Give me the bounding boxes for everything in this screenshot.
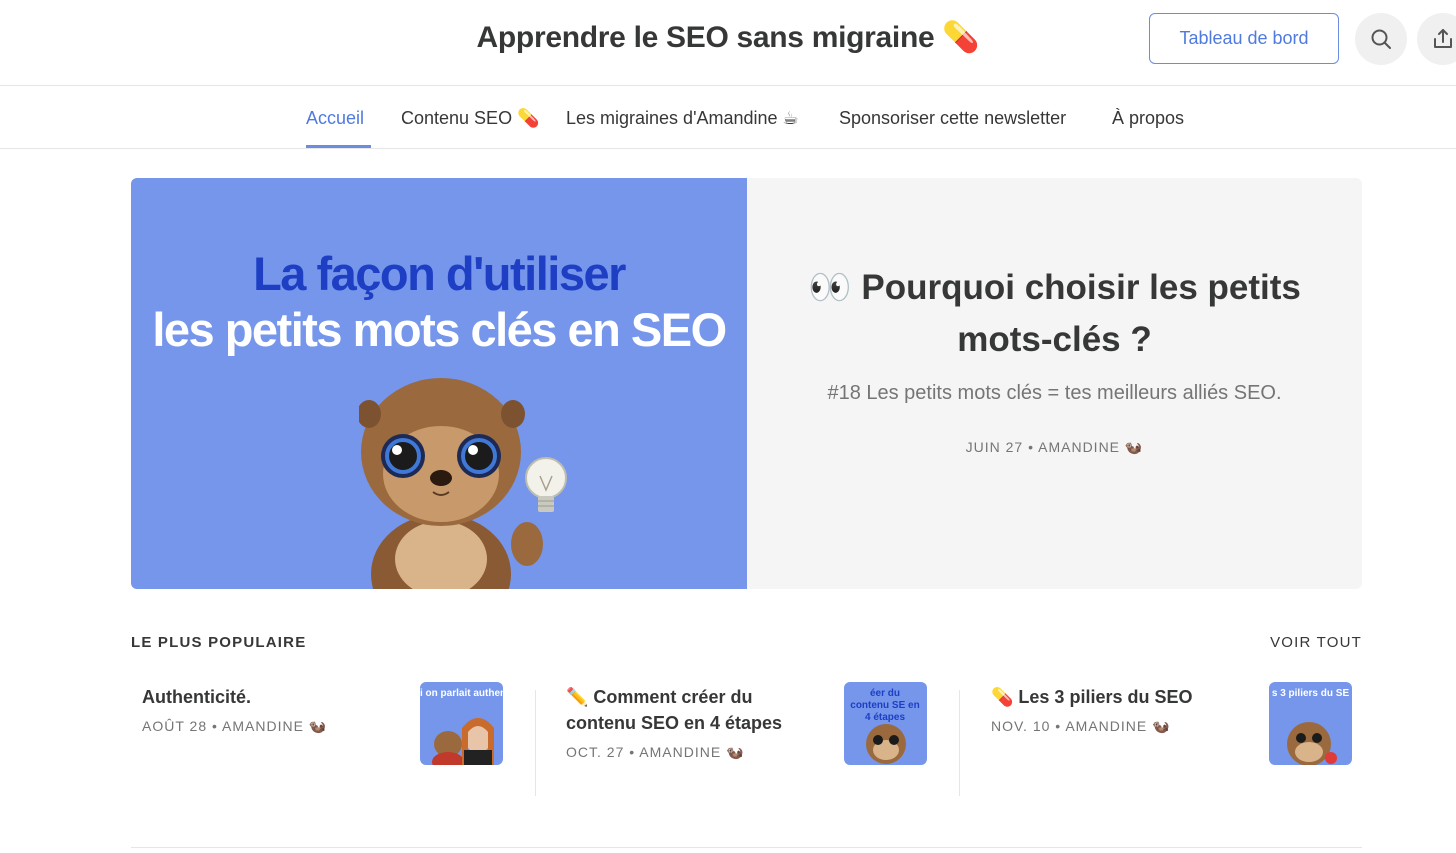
post-thumbnail[interactable]: éer du contenu SE en 4 étapes: [844, 682, 927, 765]
nav-item-contenu-seo[interactable]: Contenu SEO 💊: [401, 87, 539, 149]
share-icon: [1434, 29, 1452, 48]
search-icon: [1371, 29, 1391, 49]
post-meta: AOÛT 28 • AMANDINE 🦦: [142, 718, 328, 734]
nav-item-a-propos[interactable]: À propos: [1112, 87, 1184, 149]
thumbnail-caption: i on parlait authentic: [420, 688, 503, 699]
search-button[interactable]: [1355, 13, 1407, 65]
card-divider: [535, 690, 536, 796]
main-nav: Accueil Contenu SEO 💊 Les migraines d'Am…: [0, 87, 1456, 149]
see-all-link[interactable]: VOIR TOUT: [1270, 634, 1362, 651]
post-thumbnail[interactable]: i on parlait authentic: [420, 682, 503, 765]
featured-post-image: La façon d'utiliser les petits mots clés…: [131, 178, 747, 589]
thumbnail-caption: s 3 piliers du SE: [1271, 688, 1350, 699]
hero-image-line1: La façon d'utiliser: [253, 247, 626, 300]
popular-post-card[interactable]: ✏️ Comment créer du contenu SEO en 4 éta…: [566, 680, 928, 800]
site-header: Apprendre le SEO sans migraine 💊 Tableau…: [0, 0, 1456, 86]
nav-item-sponsoriser[interactable]: Sponsoriser cette newsletter: [839, 87, 1066, 149]
post-title[interactable]: 💊 Les 3 piliers du SEO: [991, 684, 1241, 710]
active-tab-indicator: [306, 145, 371, 148]
post-title[interactable]: Authenticité.: [142, 684, 392, 710]
otter-mascot: [432, 718, 494, 765]
post-thumbnail[interactable]: s 3 piliers du SE: [1269, 682, 1352, 765]
popular-post-card[interactable]: Authenticité. AOÛT 28 • AMANDINE 🦦 i on …: [142, 680, 504, 800]
section-divider: [131, 847, 1362, 848]
card-divider: [959, 690, 960, 796]
nav-item-migraines[interactable]: Les migraines d'Amandine ☕: [566, 87, 799, 149]
post-title[interactable]: ✏️ Comment créer du contenu SEO en 4 éta…: [566, 684, 816, 736]
post-meta: NOV. 10 • AMANDINE 🦦: [991, 718, 1171, 734]
featured-post-text: 👀 Pourquoi choisir les petits mots-clés …: [747, 178, 1362, 589]
featured-post[interactable]: La façon d'utiliser les petits mots clés…: [131, 178, 1362, 589]
featured-post-subtitle: #18 Les petits mots clés = tes meilleurs…: [827, 382, 1282, 404]
lightbulb-icon: [525, 457, 567, 512]
featured-post-title[interactable]: 👀 Pourquoi choisir les petits mots-clés …: [795, 262, 1315, 366]
dashboard-button[interactable]: Tableau de bord: [1149, 13, 1339, 64]
popular-section-header: LE PLUS POPULAIRE: [131, 634, 307, 651]
nav-item-accueil[interactable]: Accueil: [306, 87, 364, 149]
popular-post-card[interactable]: 💊 Les 3 piliers du SEO NOV. 10 • AMANDIN…: [991, 680, 1353, 800]
otter-mascot: [1287, 722, 1337, 765]
otter-mascot: [866, 724, 906, 764]
hero-image-line2: les petits mots clés en SEO: [152, 303, 727, 356]
featured-post-meta: JUIN 27 • AMANDINE 🦦: [965, 439, 1144, 455]
share-button[interactable]: [1417, 13, 1456, 65]
post-meta: OCT. 27 • AMANDINE 🦦: [566, 744, 745, 760]
